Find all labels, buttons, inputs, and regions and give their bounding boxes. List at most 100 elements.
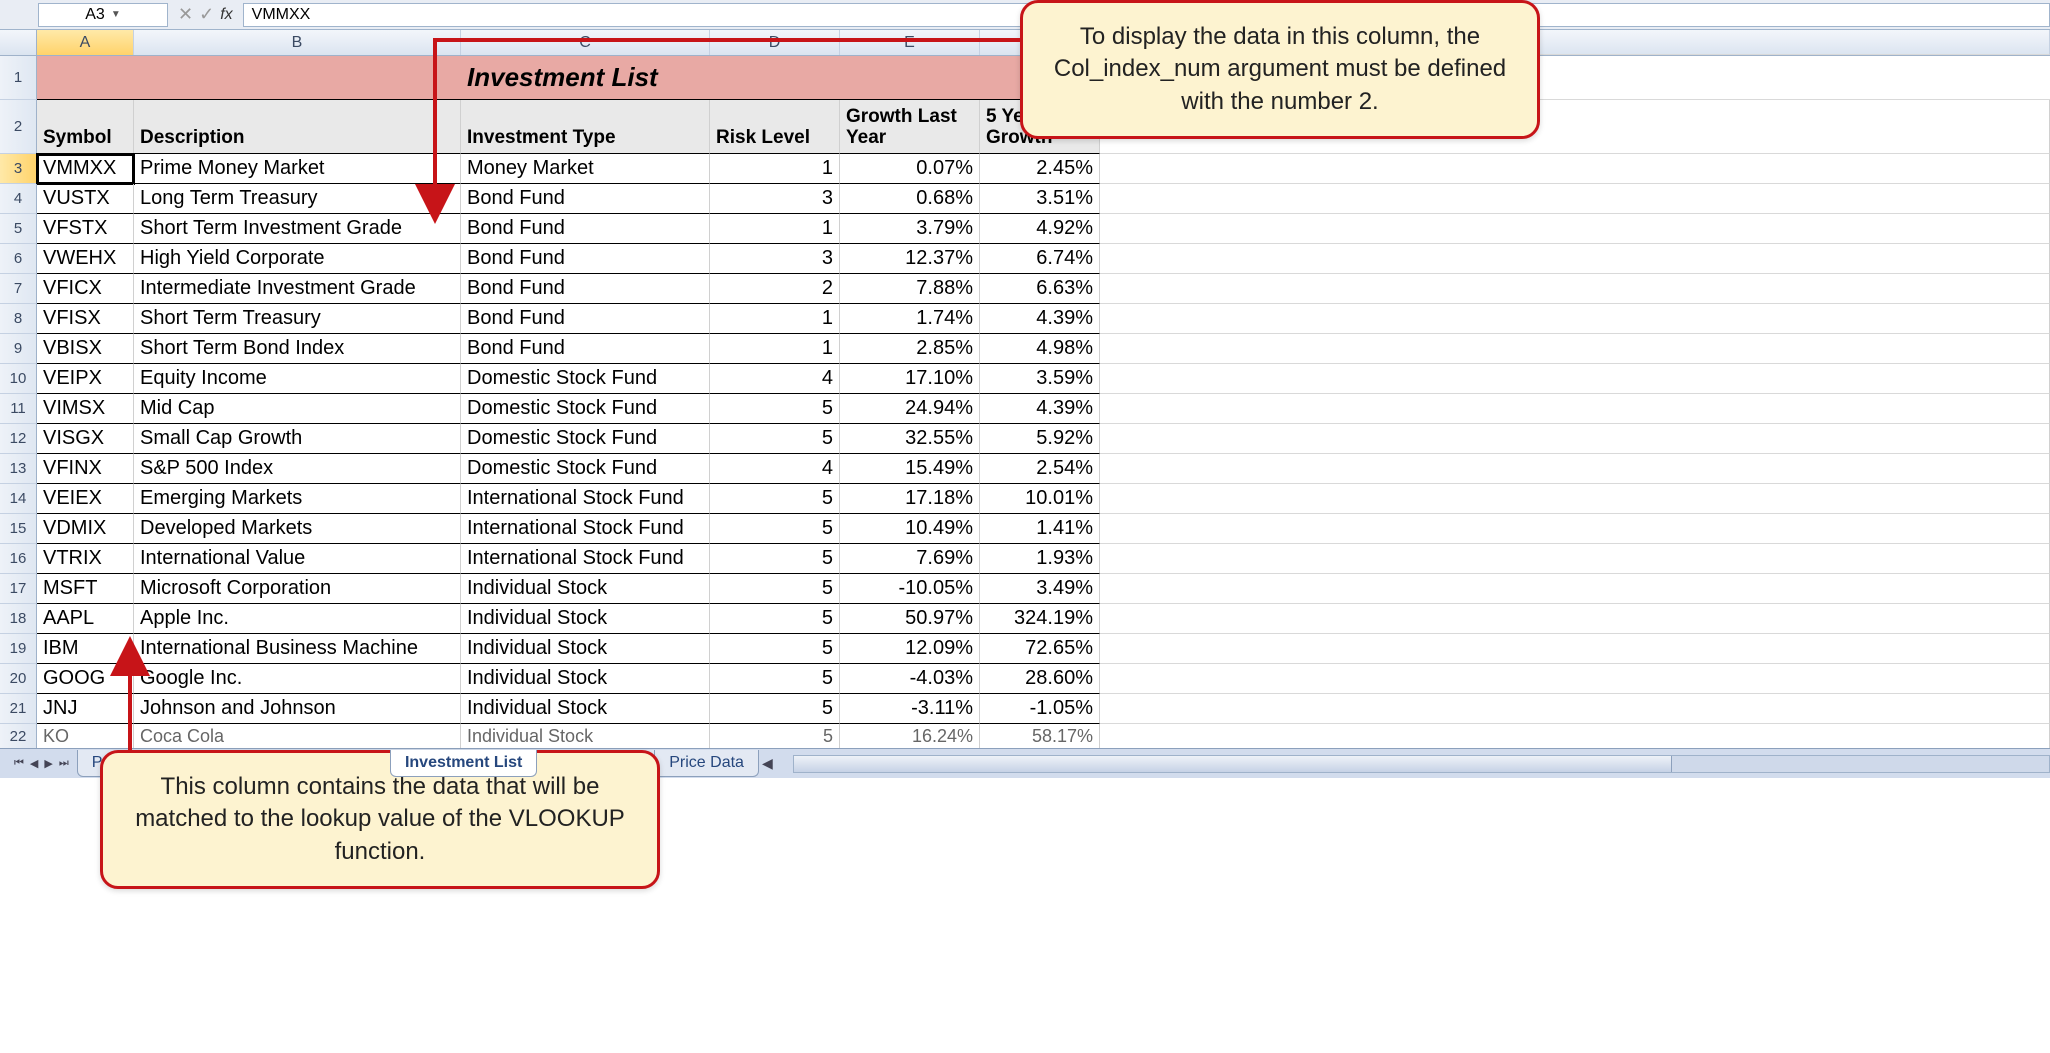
- cell-A[interactable]: VDMIX: [37, 514, 134, 544]
- cell-B[interactable]: Johnson and Johnson: [134, 694, 461, 724]
- cell-B[interactable]: International Business Machine: [134, 634, 461, 664]
- cell-D[interactable]: 5: [710, 484, 840, 514]
- cell-F[interactable]: 3.59%: [980, 364, 1100, 394]
- cell-E[interactable]: -3.11%: [840, 694, 980, 724]
- col-header-D[interactable]: D: [710, 30, 840, 55]
- cell-D[interactable]: 2: [710, 274, 840, 304]
- cell-C[interactable]: Domestic Stock Fund: [461, 454, 710, 484]
- row-header-2[interactable]: 2: [0, 100, 37, 154]
- fx-icon[interactable]: fx: [220, 6, 232, 24]
- title-cell[interactable]: Investment List: [461, 56, 710, 100]
- cell-C[interactable]: Money Market: [461, 154, 710, 184]
- row-header[interactable]: 9: [0, 334, 37, 364]
- cell-F[interactable]: 10.01%: [980, 484, 1100, 514]
- cell-A[interactable]: GOOG: [37, 664, 134, 694]
- cell-A[interactable]: VFICX: [37, 274, 134, 304]
- cell-F[interactable]: 324.19%: [980, 604, 1100, 634]
- title-cell-b[interactable]: [134, 56, 461, 100]
- cell-D[interactable]: 1: [710, 154, 840, 184]
- cell-B[interactable]: S&P 500 Index: [134, 454, 461, 484]
- cell-E[interactable]: 17.10%: [840, 364, 980, 394]
- cell-A[interactable]: IBM: [37, 634, 134, 664]
- cell-A[interactable]: MSFT: [37, 574, 134, 604]
- row-header[interactable]: 14: [0, 484, 37, 514]
- name-box-dropdown-icon[interactable]: ▼: [111, 9, 121, 20]
- cell-C[interactable]: Individual Stock: [461, 604, 710, 634]
- cell-A[interactable]: VIMSX: [37, 394, 134, 424]
- cell-C[interactable]: International Stock Fund: [461, 514, 710, 544]
- cell-D[interactable]: 5: [710, 574, 840, 604]
- cell-C[interactable]: Individual Stock: [461, 724, 710, 748]
- cell-D[interactable]: 1: [710, 334, 840, 364]
- cell-F[interactable]: 58.17%: [980, 724, 1100, 748]
- cell-E[interactable]: 32.55%: [840, 424, 980, 454]
- cell-F[interactable]: 4.39%: [980, 394, 1100, 424]
- cell-C[interactable]: Bond Fund: [461, 184, 710, 214]
- cell-C[interactable]: Domestic Stock Fund: [461, 394, 710, 424]
- row-header[interactable]: 3: [0, 154, 37, 184]
- cell-A[interactable]: VUSTX: [37, 184, 134, 214]
- cell-D[interactable]: 5: [710, 394, 840, 424]
- cell-D[interactable]: 5: [710, 664, 840, 694]
- cell-E[interactable]: 7.88%: [840, 274, 980, 304]
- cell-A[interactable]: VFSTX: [37, 214, 134, 244]
- row-header[interactable]: 10: [0, 364, 37, 394]
- col-header-A[interactable]: A: [37, 30, 134, 55]
- cell-A[interactable]: VEIEX: [37, 484, 134, 514]
- cell-D[interactable]: 5: [710, 424, 840, 454]
- cell-B[interactable]: Google Inc.: [134, 664, 461, 694]
- row-header[interactable]: 4: [0, 184, 37, 214]
- cell-C[interactable]: Bond Fund: [461, 334, 710, 364]
- cell-F[interactable]: 6.74%: [980, 244, 1100, 274]
- cell-B[interactable]: Developed Markets: [134, 514, 461, 544]
- cell-B[interactable]: High Yield Corporate: [134, 244, 461, 274]
- cell-B[interactable]: Short Term Treasury: [134, 304, 461, 334]
- cell-B[interactable]: Small Cap Growth: [134, 424, 461, 454]
- cell-D[interactable]: 5: [710, 724, 840, 748]
- col-header-C[interactable]: C: [461, 30, 710, 55]
- cell-B[interactable]: Short Term Investment Grade: [134, 214, 461, 244]
- cell-D[interactable]: 5: [710, 604, 840, 634]
- cell-F[interactable]: 3.49%: [980, 574, 1100, 604]
- header-growth-last-year[interactable]: Growth Last Year: [840, 100, 980, 154]
- title-cell-a[interactable]: [37, 56, 134, 100]
- cell-F[interactable]: 2.45%: [980, 154, 1100, 184]
- row-header[interactable]: 17: [0, 574, 37, 604]
- cell-B[interactable]: Mid Cap: [134, 394, 461, 424]
- cell-E[interactable]: 0.68%: [840, 184, 980, 214]
- row-header[interactable]: 19: [0, 634, 37, 664]
- cell-F[interactable]: 6.63%: [980, 274, 1100, 304]
- row-header[interactable]: 11: [0, 394, 37, 424]
- cell-E[interactable]: 24.94%: [840, 394, 980, 424]
- cell-D[interactable]: 5: [710, 514, 840, 544]
- tab-next-icon[interactable]: ▶: [42, 755, 54, 772]
- cell-E[interactable]: -4.03%: [840, 664, 980, 694]
- cell-C[interactable]: Domestic Stock Fund: [461, 364, 710, 394]
- cell-A[interactable]: VWEHX: [37, 244, 134, 274]
- h-scroll-thumb[interactable]: [794, 756, 1673, 772]
- cell-D[interactable]: 5: [710, 694, 840, 724]
- accept-icon[interactable]: ✓: [199, 4, 214, 25]
- row-header[interactable]: 7: [0, 274, 37, 304]
- cell-F[interactable]: 4.98%: [980, 334, 1100, 364]
- cell-B[interactable]: Intermediate Investment Grade: [134, 274, 461, 304]
- row-header[interactable]: 22: [0, 724, 37, 748]
- cell-B[interactable]: Equity Income: [134, 364, 461, 394]
- cell-D[interactable]: 1: [710, 304, 840, 334]
- cell-E[interactable]: 7.69%: [840, 544, 980, 574]
- tab-last-icon[interactable]: ⏭: [57, 755, 71, 772]
- row-header-1[interactable]: 1: [0, 56, 37, 100]
- cell-F[interactable]: -1.05%: [980, 694, 1100, 724]
- row-header[interactable]: 20: [0, 664, 37, 694]
- cell-E[interactable]: 10.49%: [840, 514, 980, 544]
- cell-E[interactable]: -10.05%: [840, 574, 980, 604]
- cell-F[interactable]: 4.39%: [980, 304, 1100, 334]
- select-all-corner[interactable]: [0, 30, 37, 55]
- cell-F[interactable]: 28.60%: [980, 664, 1100, 694]
- row-header[interactable]: 21: [0, 694, 37, 724]
- cell-C[interactable]: Bond Fund: [461, 214, 710, 244]
- header-description[interactable]: Description: [134, 100, 461, 154]
- cell-D[interactable]: 3: [710, 244, 840, 274]
- cell-B[interactable]: Microsoft Corporation: [134, 574, 461, 604]
- title-cell-d[interactable]: [710, 56, 840, 100]
